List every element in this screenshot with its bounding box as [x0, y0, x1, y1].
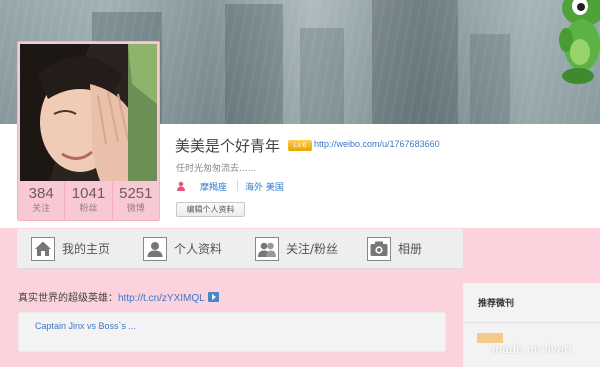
green-mascot-figure: [559, 0, 600, 84]
watermark: made on fiverr: [492, 342, 573, 356]
tag-divider: [237, 180, 238, 191]
profile-signature: 任时光匆匆流去......: [176, 164, 257, 174]
stat-value: 384: [28, 185, 54, 202]
tab-label: 关注/粉丝: [286, 242, 339, 256]
person-tag-icon: [177, 181, 185, 191]
profile-name: 美美是个好青年: [175, 137, 281, 155]
stat-following[interactable]: 384 关注: [18, 182, 66, 220]
edit-profile-button[interactable]: 编辑个人资料: [176, 202, 245, 217]
video-play-icon[interactable]: [207, 292, 219, 302]
level-badge[interactable]: Lv.6: [288, 140, 312, 151]
stat-label: 粉丝: [79, 204, 98, 214]
profile-url-link[interactable]: http://weibo.com/u/1767683660: [314, 139, 440, 149]
avatar[interactable]: [20, 44, 157, 181]
tab-album[interactable]: 相册: [353, 229, 463, 268]
recommended-title: 推荐微刊: [478, 299, 515, 309]
tab-label: 我的主页: [62, 242, 111, 256]
people-icon: [255, 236, 279, 261]
feed-intro: 真实世界的超级英雄：http://t.cn/zYXIMQL: [18, 289, 219, 304]
profile-nav: 我的主页 个人资料 关注/粉丝 相册: [17, 229, 463, 269]
feed-intro-link[interactable]: http://t.cn/zYXIMQL: [118, 293, 205, 304]
tab-follow[interactable]: 关注/粉丝: [241, 229, 353, 268]
stat-label: 关注: [32, 204, 51, 214]
camera-icon: [367, 236, 391, 261]
avatar-card: 384 关注 1041 粉丝 5251 微博: [17, 41, 160, 221]
stat-value: 1041: [71, 185, 106, 202]
feed-card[interactable]: Captain Jinx vs Boss`s ...: [18, 312, 446, 352]
feed-intro-text: 真实世界的超级英雄：: [18, 293, 118, 304]
feed-card-link[interactable]: Captain Jinx vs Boss`s ...: [35, 321, 136, 331]
divider: [463, 322, 600, 323]
tab-label: 相册: [398, 242, 423, 256]
person-icon: [143, 236, 167, 261]
stat-followers[interactable]: 1041 粉丝: [65, 182, 113, 220]
stat-label: 微博: [126, 204, 145, 214]
profile-stats: 384 关注 1041 粉丝 5251 微博: [18, 182, 159, 220]
avatar-photo: [20, 44, 157, 181]
tag-location[interactable]: 海外 美国: [245, 180, 284, 193]
stat-posts[interactable]: 5251 微博: [113, 182, 159, 220]
tab-label: 个人资料: [174, 242, 223, 256]
stat-value: 5251: [119, 185, 153, 202]
tag-zodiac[interactable]: 摩羯座: [200, 180, 227, 193]
tab-home[interactable]: 我的主页: [17, 229, 129, 268]
tab-profile-info[interactable]: 个人资料: [129, 229, 241, 268]
home-icon: [31, 236, 55, 261]
